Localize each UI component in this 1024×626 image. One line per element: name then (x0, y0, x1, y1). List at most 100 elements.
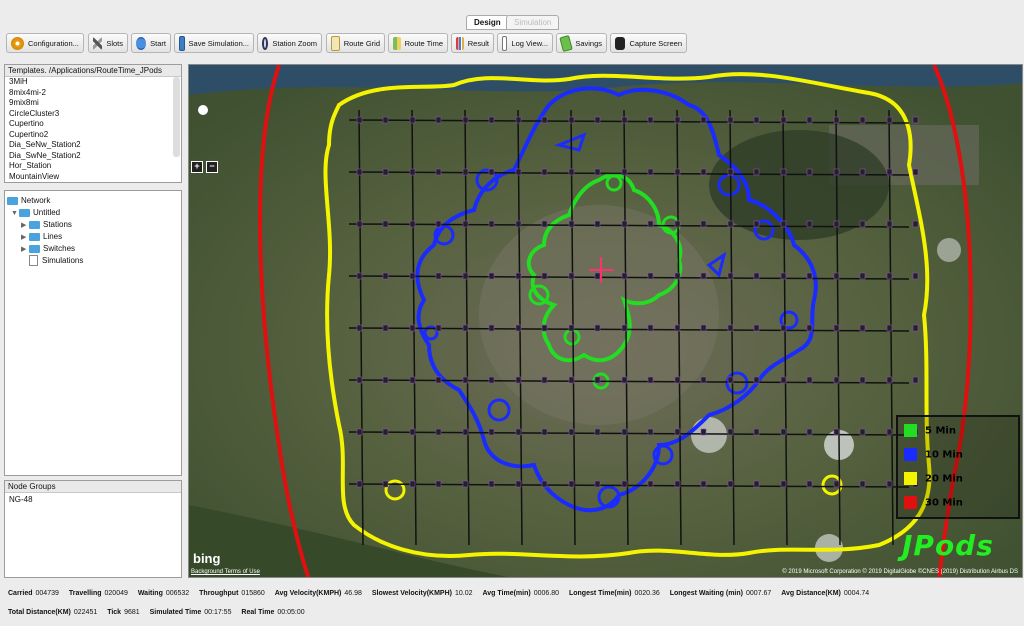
tree-node-untitled[interactable]: ▼ Untitled (5, 207, 181, 219)
station-node[interactable] (886, 168, 893, 176)
station-node[interactable] (594, 324, 601, 332)
station-node[interactable] (568, 324, 575, 332)
station-node[interactable] (462, 168, 469, 176)
station-node[interactable] (912, 324, 919, 332)
station-node[interactable] (753, 272, 760, 280)
station-node[interactable] (806, 116, 813, 124)
station-node[interactable] (541, 116, 548, 124)
station-node[interactable] (674, 272, 681, 280)
station-node[interactable] (674, 220, 681, 228)
map-marker[interactable] (198, 105, 208, 115)
station-node[interactable] (382, 168, 389, 176)
station-node[interactable] (541, 272, 548, 280)
station-node[interactable] (409, 116, 416, 124)
station-node[interactable] (594, 168, 601, 176)
station-node[interactable] (700, 480, 707, 488)
station-node[interactable] (674, 376, 681, 384)
list-item[interactable]: MountainView (5, 172, 181, 183)
capture-screen-button[interactable]: Capture Screen (610, 33, 687, 53)
station-node[interactable] (356, 376, 363, 384)
station-node[interactable] (435, 324, 442, 332)
station-node[interactable] (727, 376, 734, 384)
station-node[interactable] (700, 324, 707, 332)
station-node[interactable] (409, 480, 416, 488)
station-node[interactable] (515, 168, 522, 176)
terms-link[interactable]: Background Terms of Use (191, 569, 260, 575)
station-node[interactable] (912, 272, 919, 280)
station-node[interactable] (515, 428, 522, 436)
station-node[interactable] (674, 168, 681, 176)
list-item[interactable]: CircleCluster3 (5, 109, 181, 120)
station-node[interactable] (382, 428, 389, 436)
station-node[interactable] (700, 272, 707, 280)
station-node[interactable] (568, 220, 575, 228)
station-node[interactable] (806, 376, 813, 384)
station-node[interactable] (541, 168, 548, 176)
station-node[interactable] (780, 116, 787, 124)
station-node[interactable] (674, 324, 681, 332)
station-node[interactable] (435, 168, 442, 176)
route-grid-button[interactable]: Route Grid (326, 33, 385, 53)
station-node[interactable] (488, 220, 495, 228)
station-node[interactable] (488, 428, 495, 436)
station-node[interactable] (886, 480, 893, 488)
configuration-button[interactable]: Configuration... (6, 33, 84, 53)
start-button[interactable]: Start (131, 33, 171, 53)
station-node[interactable] (621, 428, 628, 436)
station-node[interactable] (727, 168, 734, 176)
station-node[interactable] (753, 220, 760, 228)
station-node[interactable] (435, 480, 442, 488)
station-node[interactable] (488, 272, 495, 280)
station-node[interactable] (753, 376, 760, 384)
station-node[interactable] (488, 376, 495, 384)
station-node[interactable] (568, 376, 575, 384)
station-node[interactable] (356, 480, 363, 488)
station-node[interactable] (912, 116, 919, 124)
station-node[interactable] (382, 480, 389, 488)
station-node[interactable] (912, 220, 919, 228)
station-node[interactable] (833, 168, 840, 176)
station-node[interactable] (886, 324, 893, 332)
station-node[interactable] (541, 220, 548, 228)
list-item[interactable]: 3MiH (5, 77, 181, 88)
station-node[interactable] (647, 272, 654, 280)
list-item[interactable]: Dia_SeNw_Station2 (5, 140, 181, 151)
station-node[interactable] (806, 324, 813, 332)
station-node[interactable] (409, 376, 416, 384)
station-node[interactable] (886, 272, 893, 280)
route-time-button[interactable]: Route Time (388, 33, 448, 53)
station-node[interactable] (833, 220, 840, 228)
station-node[interactable] (541, 376, 548, 384)
station-node[interactable] (515, 480, 522, 488)
station-node[interactable] (356, 428, 363, 436)
station-node[interactable] (886, 220, 893, 228)
zoom-in-button[interactable]: + (191, 161, 203, 173)
station-node[interactable] (674, 116, 681, 124)
station-node[interactable] (409, 220, 416, 228)
station-node[interactable] (727, 272, 734, 280)
station-node[interactable] (462, 324, 469, 332)
tree-node-lines[interactable]: ▶ Lines (5, 231, 181, 243)
station-node[interactable] (356, 220, 363, 228)
station-node[interactable] (515, 272, 522, 280)
station-node[interactable] (780, 272, 787, 280)
station-node[interactable] (833, 480, 840, 488)
list-item[interactable]: Cupertino2 (5, 130, 181, 141)
station-node[interactable] (700, 116, 707, 124)
list-item[interactable]: Dia_SwNe_Station2 (5, 151, 181, 162)
station-node[interactable] (382, 324, 389, 332)
station-node[interactable] (594, 428, 601, 436)
station-node[interactable] (382, 116, 389, 124)
station-node[interactable] (859, 324, 866, 332)
station-node[interactable] (568, 428, 575, 436)
templates-scrollbar[interactable] (173, 77, 180, 157)
station-node[interactable] (515, 376, 522, 384)
station-node[interactable] (674, 480, 681, 488)
station-node[interactable] (753, 116, 760, 124)
log-view-button[interactable]: Log View... (497, 33, 553, 53)
station-node[interactable] (621, 480, 628, 488)
station-node[interactable] (647, 376, 654, 384)
station-node[interactable] (568, 116, 575, 124)
station-node[interactable] (886, 428, 893, 436)
station-node[interactable] (462, 480, 469, 488)
